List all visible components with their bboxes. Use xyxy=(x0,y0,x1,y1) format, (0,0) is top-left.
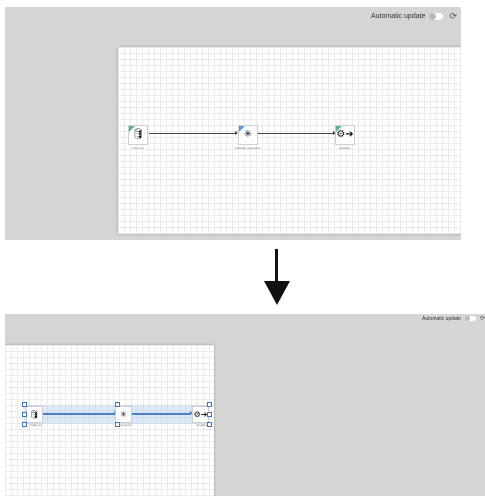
workflow-panel-after: Automatic update ⟳ 🛢 Data set ✳ regressi… xyxy=(5,314,485,496)
node-multiple-regression[interactable]: ✳ regression xyxy=(115,406,132,427)
connection-edge[interactable] xyxy=(149,131,238,135)
network-icon: ✳ xyxy=(243,129,253,140)
gear-arrow-icon: ⚙➔ xyxy=(193,409,208,419)
transition-arrowhead-icon xyxy=(264,281,290,305)
toggle-knob xyxy=(429,13,437,20)
toggle-knob xyxy=(464,316,470,321)
node-label: Analysis xyxy=(196,423,208,427)
automatic-update-toggle[interactable] xyxy=(464,316,476,321)
node-multiple-regression[interactable]: ✳ Multiple regression xyxy=(235,125,261,150)
node-label: Multiple regression xyxy=(235,146,261,150)
node-status-accent xyxy=(239,126,245,132)
connection-edge[interactable] xyxy=(258,131,336,135)
selection-handle[interactable] xyxy=(22,402,27,407)
toolbar: Automatic update ⟳ xyxy=(422,315,485,323)
node-data-set[interactable]: 🛢 Data set xyxy=(26,406,43,427)
selection-handle[interactable] xyxy=(207,412,212,417)
node-label: Data set xyxy=(132,146,144,150)
refresh-icon[interactable]: ⟳ xyxy=(480,315,485,322)
selection-handle[interactable] xyxy=(115,422,120,427)
database-icon: 🛢 xyxy=(29,409,40,419)
automatic-update-label: Automatic update xyxy=(370,13,426,20)
node-label: Analysis xyxy=(339,146,351,150)
automatic-update-toggle[interactable] xyxy=(429,13,444,20)
node-data-set[interactable]: 🛢 Data set xyxy=(128,125,148,150)
selection-handle[interactable] xyxy=(22,412,27,417)
connection-edge[interactable] xyxy=(130,411,193,415)
selection-handle[interactable] xyxy=(207,402,212,407)
toolbar: Automatic update ⟳ xyxy=(371,11,457,22)
automatic-update-label: Automatic update xyxy=(422,315,461,322)
selection-handle[interactable] xyxy=(115,402,120,407)
network-icon: ✳ xyxy=(120,409,127,419)
workflow-canvas[interactable]: 🛢 Data set ✳ Multiple regression ⚙➔ Anal… xyxy=(118,47,461,234)
transition-arrow-icon xyxy=(275,249,278,282)
refresh-icon[interactable]: ⟳ xyxy=(449,11,457,22)
node-analysis[interactable]: ⚙➔ Analysis xyxy=(335,125,355,150)
connection-edge[interactable] xyxy=(41,411,117,415)
selection-handle[interactable] xyxy=(207,422,212,427)
selection-handle[interactable] xyxy=(22,422,27,427)
node-status-accent xyxy=(336,126,342,132)
workflow-panel-before: Automatic update ⟳ 🛢 Data set ✳ Multiple… xyxy=(5,7,461,240)
node-status-accent xyxy=(129,126,135,132)
workflow-canvas[interactable]: 🛢 Data set ✳ regression ⚙➔ Analysis xyxy=(5,345,214,496)
node-label: regression xyxy=(117,423,132,427)
